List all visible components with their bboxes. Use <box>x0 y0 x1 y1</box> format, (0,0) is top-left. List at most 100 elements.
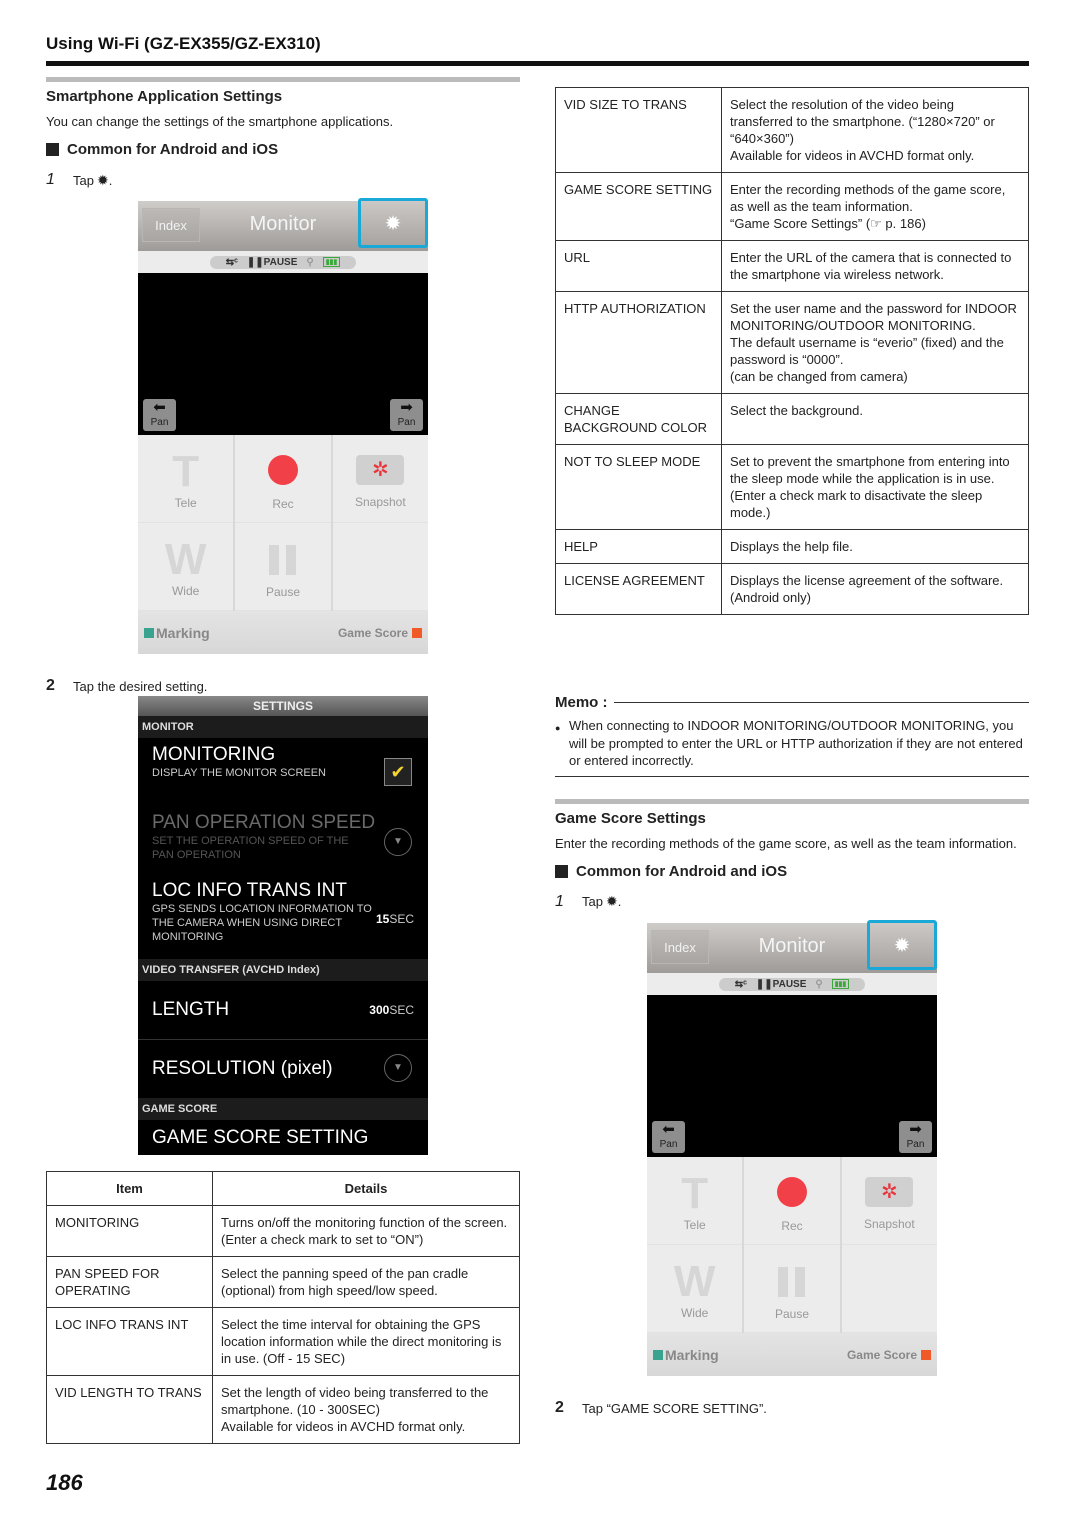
monitor-screen: Index Monitor ✹ ⇆ᶜ ❚❚PAUSE ⚲ ▮▮▮ ⬅ Pan ➡… <box>138 198 428 654</box>
setting-subtitle: GPS SENDS LOCATION INFORMATION TO THE CA… <box>152 903 372 943</box>
setting-resolution[interactable]: RESOLUTION (pixel) ▼ <box>138 1040 428 1098</box>
wide-icon: W <box>164 534 207 584</box>
tele-button[interactable]: T Tele <box>647 1157 743 1245</box>
details-text: The default username is “everio” (fixed)… <box>730 335 1004 367</box>
setting-loc-info[interactable]: LOC INFO TRANS INT GPS SENDS LOCATION IN… <box>138 874 428 959</box>
link-icon: ⚲ <box>815 978 823 990</box>
tele-button[interactable]: T Tele <box>138 435 234 523</box>
step-suffix: . <box>108 172 113 188</box>
item-text: VID LENGTH TO TRANS <box>55 1385 202 1400</box>
item-cell: LICENSE AGREEMENT <box>555 563 722 615</box>
settings-gear-button[interactable]: ✹ <box>867 920 937 970</box>
gear-icon: ✹ <box>384 212 402 235</box>
setting-monitoring[interactable]: MONITORING DISPLAY THE MONITOR SCREEN ✔ <box>138 738 428 806</box>
bottom-bar: Marking Game Score <box>647 1333 937 1376</box>
setting-title: PAN OPERATION SPEED <box>152 812 376 833</box>
wide-button[interactable]: W Wide <box>138 523 234 611</box>
details-text: Select the resolution of the video being… <box>730 97 995 146</box>
table-row: MONITORING Turns on/off the monitoring fu… <box>46 1205 520 1257</box>
setting-length[interactable]: LENGTH 300SEC <box>138 981 428 1039</box>
memo-body: ● When connecting to INDOOR MONITORING/O… <box>555 717 1029 777</box>
setting-game-score[interactable]: GAME SCORE SETTING <box>138 1120 428 1156</box>
game-score-swatch-icon <box>921 1349 931 1360</box>
snapshot-label: Snapshot <box>354 494 406 509</box>
table-row: CHANGE BACKGROUND COLOR Select the backgr… <box>555 393 1029 445</box>
settings-table-left: Item Details MONITORING Turns on/off the … <box>46 1171 520 1444</box>
setting-pan-speed[interactable]: PAN OPERATION SPEED SET THE OPERATION SP… <box>138 806 428 874</box>
step-2: 2 Tap the desired setting. <box>46 677 207 695</box>
item-text: PAN SPEED FOR OPERATING <box>55 1266 160 1298</box>
pan-right-button[interactable]: ➡ Pan <box>899 1121 932 1153</box>
marking-button[interactable]: Marking <box>144 625 210 641</box>
wide-button[interactable]: W Wide <box>647 1245 743 1333</box>
page-number: 186 <box>46 1470 83 1495</box>
battery-icon: ▮▮▮ <box>322 257 341 267</box>
step-1: 1 Tap ✹ . <box>46 171 520 189</box>
step-number: 2 <box>46 677 55 694</box>
camera-icon: ✲ <box>356 454 405 485</box>
game-score-button[interactable]: Game Score <box>338 626 422 640</box>
rec-button[interactable]: Rec <box>744 1157 840 1245</box>
record-icon <box>776 1176 807 1207</box>
header-rule <box>46 61 1029 66</box>
category-game-score: GAME SCORE <box>138 1098 428 1120</box>
snapshot-button[interactable]: ✲ Snapshot <box>332 435 428 523</box>
step-text: Tap <box>73 172 94 188</box>
details-text: Select the background. <box>730 403 863 418</box>
setting-subtitle: SET THE OPERATION SPEED OF THE PAN OPERA… <box>152 835 349 861</box>
arrow-left-icon: ⬅ <box>153 399 166 416</box>
step-number: 2 <box>555 1399 564 1416</box>
arrow-right-icon: ➡ <box>400 399 413 416</box>
pan-right-button[interactable]: ➡ Pan <box>390 399 423 431</box>
subheading: Common for Android and iOS <box>555 863 1029 880</box>
table-row: LICENSE AGREEMENT Displays the license ag… <box>555 563 1029 615</box>
bullet-icon: ● <box>555 723 561 733</box>
wide-label: Wide <box>171 583 200 598</box>
marking-swatch-icon <box>144 627 154 638</box>
details-cell: Turns on/off the monitoring function of … <box>212 1205 520 1257</box>
column-header-item: Item <box>46 1171 213 1206</box>
zoom-arrows-icon: ⇆ᶜ <box>734 978 747 990</box>
details-text: Available for videos in AVCHD format onl… <box>730 148 975 163</box>
subheading-text: Common for Android and iOS <box>576 862 788 880</box>
item-text: LOC INFO TRANS INT <box>55 1317 189 1332</box>
step-number: 1 <box>46 171 55 188</box>
item-text: NOT TO SLEEP MODE <box>564 454 701 469</box>
details-text: Turns on/off the monitoring function of … <box>221 1215 508 1247</box>
bottom-bar: Marking Game Score <box>138 611 428 654</box>
square-bullet-icon <box>46 143 59 156</box>
pause-icon <box>778 1266 806 1297</box>
table-row: HELP Displays the help file. <box>555 529 1029 564</box>
details-cell: Select the panning speed of the pan crad… <box>212 1256 520 1308</box>
pause-button[interactable]: Pause <box>744 1245 840 1333</box>
pause-label: Pause <box>774 1306 809 1321</box>
snapshot-button[interactable]: ✲ Snapshot <box>841 1157 937 1245</box>
dropdown-icon[interactable]: ▼ <box>384 828 412 856</box>
game-score-button[interactable]: Game Score <box>847 1348 931 1362</box>
checkmark-icon: ✔ <box>390 762 406 782</box>
value-unit: SEC <box>389 1003 414 1017</box>
pause-icon <box>269 544 297 575</box>
item-cell: HTTP AUTHORIZATION <box>555 291 722 394</box>
dropdown-icon[interactable]: ▼ <box>384 1054 412 1082</box>
pan-left-button[interactable]: ⬅ Pan <box>652 1121 685 1153</box>
memo: Memo : ● When connecting to INDOOR MONIT… <box>555 694 1029 777</box>
pan-left-button[interactable]: ⬅ Pan <box>143 399 176 431</box>
marking-button[interactable]: Marking <box>653 1347 719 1363</box>
zoom-arrows-icon: ⇆ᶜ <box>225 256 238 268</box>
settings-gear-button[interactable]: ✹ <box>358 198 428 248</box>
snapshot-label: Snapshot <box>863 1216 915 1231</box>
pause-button[interactable]: Pause <box>235 523 331 611</box>
memo-rule <box>613 702 1029 703</box>
category-monitor: MONITOR <box>138 716 428 738</box>
left-column: Smartphone Application Settings You can … <box>46 77 520 189</box>
details-text: “Game Score Settings” (☞ p. 186) <box>730 216 926 231</box>
value-number: 300 <box>369 1003 390 1017</box>
monitoring-checkbox[interactable]: ✔ <box>384 758 412 786</box>
item-cell: VID SIZE TO TRANS <box>555 87 722 173</box>
details-cell: Select the time interval for obtaining t… <box>212 1307 520 1376</box>
arrow-right-icon: ➡ <box>909 1121 922 1138</box>
item-cell: NOT TO SLEEP MODE <box>555 444 722 530</box>
rec-button[interactable]: Rec <box>235 435 331 523</box>
item-text: CHANGE BACKGROUND COLOR <box>564 403 708 435</box>
